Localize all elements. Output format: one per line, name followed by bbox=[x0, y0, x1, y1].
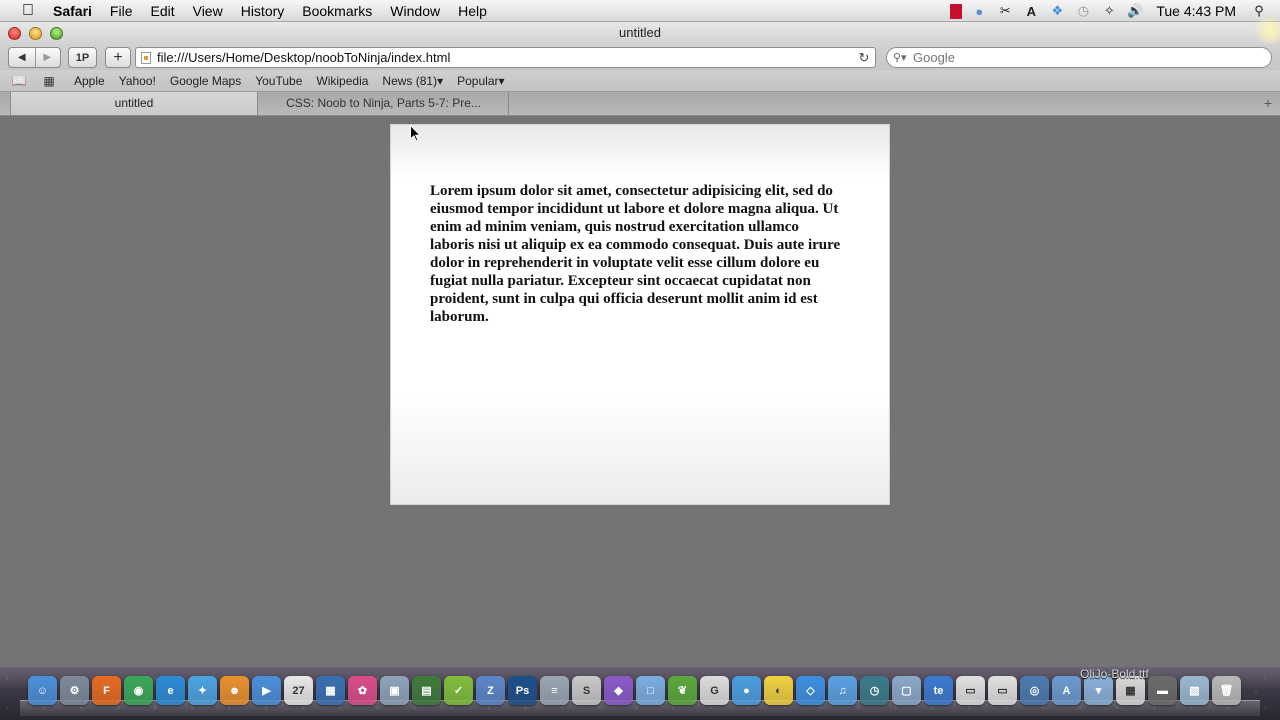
reload-button[interactable]: ↻ bbox=[855, 50, 873, 66]
forward-button[interactable]: ▶ bbox=[35, 52, 61, 63]
dock-itunes-icon[interactable]: ♫ bbox=[828, 676, 857, 705]
dock-textmate-icon[interactable]: Z bbox=[476, 676, 505, 705]
dock-imovie-icon[interactable]: ▤ bbox=[412, 676, 441, 705]
bookmark-popular-folder[interactable]: Popular▾ bbox=[450, 74, 511, 88]
menu-window[interactable]: Window bbox=[381, 0, 449, 22]
bookmark-google-maps[interactable]: Google Maps bbox=[163, 74, 248, 88]
dock-gmail-icon[interactable]: G bbox=[700, 676, 729, 705]
bookmark-youtube[interactable]: YouTube bbox=[248, 74, 309, 88]
tab-bar: untitled CSS: Noob to Ninja, Parts 5-7: … bbox=[0, 92, 1280, 116]
page-icon bbox=[141, 51, 151, 64]
nav-separator bbox=[35, 48, 36, 67]
bookmarks-bar: 📖 ▦ Apple Yahoo! Google Maps YouTube Wik… bbox=[0, 70, 1280, 92]
bookmark-news-folder[interactable]: News (81)▾ bbox=[375, 74, 450, 88]
adobe-icon[interactable]: A bbox=[1022, 3, 1040, 19]
menu-bar:  Safari File Edit View History Bookmark… bbox=[0, 0, 1280, 22]
dock-things-icon[interactable]: ✓ bbox=[444, 676, 473, 705]
add-bookmark-button[interactable]: + bbox=[105, 47, 131, 68]
volume-icon[interactable]: 🔊 bbox=[1126, 3, 1144, 19]
dropbox-icon[interactable]: ❖ bbox=[1048, 3, 1066, 19]
dock: ☺ ⚙ F ◉ e ✦ ☻ ▶ 27 ▦ ✿ ▣ ▤ ✓ Z Ps ≡ S ◆ □ ❦ G ● ◐ ◇ ♫ ◷ ▢ te ▭ ▭ ◎ A ▾ ▦ ▬ ▧… bbox=[0, 667, 1280, 720]
dock-ical-icon[interactable]: 27 bbox=[284, 676, 313, 705]
dock-time-machine-icon[interactable]: ◷ bbox=[860, 676, 889, 705]
onepassword-button[interactable]: 1P bbox=[68, 47, 97, 68]
book-icon[interactable]: 📖 bbox=[10, 74, 28, 88]
bookmark-apple[interactable]: Apple bbox=[67, 74, 112, 88]
menu-help[interactable]: Help bbox=[449, 0, 496, 22]
search-input[interactable] bbox=[913, 50, 1253, 65]
dock-script-editor-icon[interactable]: S bbox=[572, 676, 601, 705]
tab-css-noob-to-ninja[interactable]: CSS: Noob to Ninja, Parts 5-7: Pre... bbox=[259, 92, 509, 115]
dock-dropbox-icon[interactable]: ◇ bbox=[796, 676, 825, 705]
dock-applications-folder-icon[interactable]: A bbox=[1052, 676, 1081, 705]
dock-dashboard-icon[interactable]: ▦ bbox=[316, 676, 345, 705]
dock-hover-label: OliJo-Bold.ttf bbox=[1080, 667, 1149, 681]
window-titlebar[interactable]: untitled bbox=[0, 16, 1280, 46]
dock-safari-icon[interactable]: ✦ bbox=[188, 676, 217, 705]
menu-history[interactable]: History bbox=[232, 0, 294, 22]
dock-photoshop-icon[interactable]: Ps bbox=[508, 676, 537, 705]
dock-firefox-icon[interactable]: F bbox=[92, 676, 121, 705]
minimize-window-button[interactable] bbox=[29, 27, 42, 40]
back-forward-group: ◀ ▶ bbox=[8, 47, 61, 68]
grid-icon[interactable]: ▦ bbox=[40, 74, 58, 88]
dock-network-utility-icon[interactable]: ◎ bbox=[1020, 676, 1049, 705]
apple-icon[interactable]:  bbox=[17, 0, 39, 22]
dock-facetime-icon[interactable]: ▶ bbox=[252, 676, 281, 705]
search-icon[interactable]: ⚲▾ bbox=[893, 51, 913, 64]
search-field[interactable]: ⚲▾ bbox=[886, 47, 1272, 68]
dock-trash-icon[interactable]: 🗑 bbox=[1212, 676, 1241, 705]
dock-system-preferences-icon[interactable]: ⚙ bbox=[60, 676, 89, 705]
dock-images-stack-icon[interactable]: ▧ bbox=[1180, 676, 1209, 705]
toolbar-toggle-button[interactable] bbox=[1252, 16, 1280, 46]
menu-view[interactable]: View bbox=[184, 0, 232, 22]
bluetooth-icon[interactable]: ✧ bbox=[1100, 3, 1118, 19]
zoom-window-button[interactable] bbox=[50, 27, 63, 40]
back-button[interactable]: ◀ bbox=[9, 52, 35, 63]
dock-icons: ☺ ⚙ F ◉ e ✦ ☻ ▶ 27 ▦ ✿ ▣ ▤ ✓ Z Ps ≡ S ◆ □ ❦ G ● ◐ ◇ ♫ ◷ ▢ te ▭ ▭ ◎ A ▾ ▦ ▬ ▧… bbox=[28, 676, 1241, 705]
mouse-cursor bbox=[410, 125, 421, 142]
dock-chrome-icon[interactable]: ◉ bbox=[124, 676, 153, 705]
dock-growl-icon[interactable]: ◐ bbox=[764, 676, 793, 705]
content-box: Lorem ipsum dolor sit amet, consectetur … bbox=[390, 124, 890, 505]
new-tab-button[interactable]: + bbox=[1264, 95, 1272, 111]
dock-messages-icon[interactable]: ● bbox=[732, 676, 761, 705]
menu-app-name[interactable]: Safari bbox=[39, 0, 101, 22]
scissors-icon[interactable]: ✂ bbox=[996, 3, 1014, 19]
dock-internet-explorer-icon[interactable]: e bbox=[156, 676, 185, 705]
skype-icon[interactable]: ● bbox=[970, 3, 988, 19]
menu-edit[interactable]: Edit bbox=[141, 0, 183, 22]
browser-toolbar: ◀ ▶ 1P + file:///Users/Home/Desktop/noob… bbox=[0, 44, 1280, 70]
dock-te-app-icon[interactable]: te bbox=[924, 676, 953, 705]
window-title: untitled bbox=[619, 25, 661, 40]
dock-screenshot-stack-icon[interactable]: ▬ bbox=[1148, 676, 1177, 705]
flash-icon[interactable] bbox=[950, 3, 963, 19]
dock-coda-icon[interactable]: ◆ bbox=[604, 676, 633, 705]
address-url[interactable]: file:///Users/Home/Desktop/noobToNinja/i… bbox=[157, 50, 855, 65]
dock-virtualbox-icon[interactable]: □ bbox=[636, 676, 665, 705]
dock-cube-icon[interactable]: ▢ bbox=[892, 676, 921, 705]
bookmark-wikipedia[interactable]: Wikipedia bbox=[309, 74, 375, 88]
tab-untitled[interactable]: untitled bbox=[10, 92, 258, 115]
menu-file[interactable]: File bbox=[101, 0, 142, 22]
lorem-paragraph: Lorem ipsum dolor sit amet, consectetur … bbox=[430, 183, 841, 325]
address-bar[interactable]: file:///Users/Home/Desktop/noobToNinja/i… bbox=[135, 47, 876, 68]
dock-adium-icon[interactable]: ☻ bbox=[220, 676, 249, 705]
dock-database-icon[interactable]: ≡ bbox=[540, 676, 569, 705]
dock-finder-icon[interactable]: ☺ bbox=[28, 676, 57, 705]
dock-evernote-leaf-icon[interactable]: ❦ bbox=[668, 676, 697, 705]
status-menus: ● ✂ A ❖ ◷ ✧ 🔊 Tue 4:43 PM ⚲ bbox=[946, 0, 1280, 22]
dock-document-2-icon[interactable]: ▭ bbox=[988, 676, 1017, 705]
bookmark-yahoo[interactable]: Yahoo! bbox=[112, 74, 163, 88]
close-window-button[interactable] bbox=[8, 27, 21, 40]
menu-bookmarks[interactable]: Bookmarks bbox=[293, 0, 381, 22]
page-viewport[interactable]: Lorem ipsum dolor sit amet, consectetur … bbox=[0, 116, 1280, 667]
time-machine-icon[interactable]: ◷ bbox=[1074, 3, 1092, 19]
dock-picasa-icon[interactable]: ✿ bbox=[348, 676, 377, 705]
dock-preview-icon[interactable]: ▣ bbox=[380, 676, 409, 705]
menu-clock[interactable]: Tue 4:43 PM bbox=[1156, 3, 1236, 19]
dock-document-1-icon[interactable]: ▭ bbox=[956, 676, 985, 705]
